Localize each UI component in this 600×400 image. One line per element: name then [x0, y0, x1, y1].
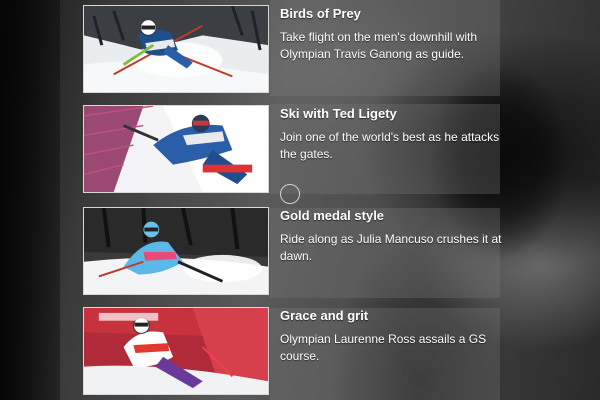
story-description: Join one of the world's best as he attac…: [280, 130, 500, 161]
gaze-cursor-ring: [280, 184, 300, 204]
story-title[interactable]: Gold medal style: [280, 208, 384, 223]
skier-downhill-image[interactable]: [83, 5, 269, 93]
story-description: Ride along as Julia Mancuso crushes it a…: [280, 232, 502, 263]
skier-super-g-image[interactable]: [83, 207, 269, 295]
story-description: Take flight on the men's downhill with O…: [280, 30, 478, 61]
skier-gs-course-image[interactable]: [83, 307, 269, 395]
story-title[interactable]: Ski with Ted Ligety: [280, 106, 397, 121]
skier-giant-slalom-image[interactable]: [83, 105, 269, 193]
story-title[interactable]: Grace and grit: [280, 308, 368, 323]
background-shadow: [0, 0, 60, 400]
story-title[interactable]: Birds of Prey: [280, 6, 361, 21]
story-description: Olympian Laurenne Ross assails a GS cour…: [280, 332, 487, 363]
